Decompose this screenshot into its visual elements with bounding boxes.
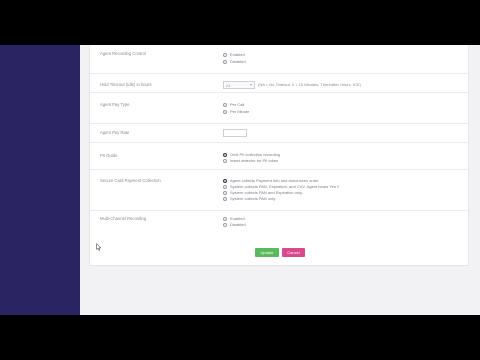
hold-timeout-select[interactable]: 24 ▾	[223, 81, 255, 89]
radio-label: Per Call	[230, 102, 245, 107]
update-button[interactable]: Update	[255, 248, 279, 257]
radio-button[interactable]	[223, 159, 227, 163]
radio-option-disabled[interactable]: Disabled	[223, 59, 246, 65]
chevron-down-icon: ▾	[249, 82, 252, 87]
radio-button-selected[interactable]	[223, 179, 227, 183]
field-label: Agent Pay Type	[100, 102, 130, 107]
select-value: 24	[226, 82, 231, 88]
sidebar	[0, 45, 80, 315]
radio-label: Enabled	[230, 52, 245, 57]
form-row-agent-pay-rate: Agent Pay Rate	[90, 124, 468, 143]
field-label: Agent Pay Rate	[100, 130, 130, 135]
radio-button[interactable]	[223, 197, 227, 201]
radio-label: Disabled	[230, 222, 246, 227]
radio-label: Insert detector for PII token	[230, 158, 279, 163]
field-label: Multi-Channel Recording	[100, 216, 147, 221]
radio-button[interactable]	[223, 217, 227, 221]
radio-option-per-call[interactable]: Per Call	[223, 102, 244, 108]
form-row-agent-pay-type: Agent Pay Type Per Call Per Minute	[90, 100, 468, 124]
radio-label: Disabled	[230, 59, 246, 64]
radio-option-per-minute[interactable]: Per Minute	[223, 109, 249, 115]
radio-button[interactable]	[223, 103, 227, 107]
radio-button[interactable]	[223, 185, 227, 189]
radio-button[interactable]	[223, 60, 227, 64]
cancel-button[interactable]: Cancel	[282, 248, 305, 257]
settings-form: Agent Recording Control Enabled Disabled…	[89, 45, 469, 266]
radio-option-pan-only[interactable]: System collects PAN only.	[223, 196, 276, 202]
app-window: Agent Recording Control Enabled Disabled…	[0, 45, 480, 315]
mouse-pointer-icon	[96, 243, 102, 251]
agent-pay-rate-input[interactable]	[223, 129, 247, 137]
radio-label: System collects PAN only.	[230, 196, 277, 201]
radio-label: Per Minute	[230, 109, 250, 114]
radio-button[interactable]	[223, 223, 227, 227]
field-label: PII Guide	[100, 153, 118, 158]
field-label: Hold Timeout (Idle) in hours	[100, 82, 152, 87]
field-label: Secure Card Payment Collection	[100, 178, 161, 183]
radio-button[interactable]	[223, 110, 227, 114]
radio-button[interactable]	[223, 191, 227, 195]
form-row-pii-guide: PII Guide Omit PII collection recording …	[90, 145, 468, 170]
radio-option-insert-detector[interactable]: Insert detector for PII token	[223, 158, 278, 164]
radio-option-disabled[interactable]: Disabled	[223, 222, 246, 228]
radio-button[interactable]	[223, 53, 227, 57]
form-row-agent-recording-control: Agent Recording Control Enabled Disabled	[90, 51, 468, 74]
radio-button-selected[interactable]	[223, 153, 227, 157]
form-row-hold-timeout: Hold Timeout (Idle) in hours 24 ▾ (NA = …	[90, 74, 468, 93]
hold-timeout-hint: (NA = No Timeout, 0 = 15 Minutes, Therea…	[258, 82, 361, 87]
form-row-secure-card-payment: Secure Card Payment Collection Agent col…	[90, 170, 468, 211]
field-label: Agent Recording Control	[100, 51, 146, 56]
radio-option-enabled[interactable]: Enabled	[223, 52, 245, 58]
main-content: Agent Recording Control Enabled Disabled…	[80, 45, 480, 315]
form-row-multi-channel-recording: Multi-Channel Recording Enabled Disabled	[90, 213, 468, 241]
